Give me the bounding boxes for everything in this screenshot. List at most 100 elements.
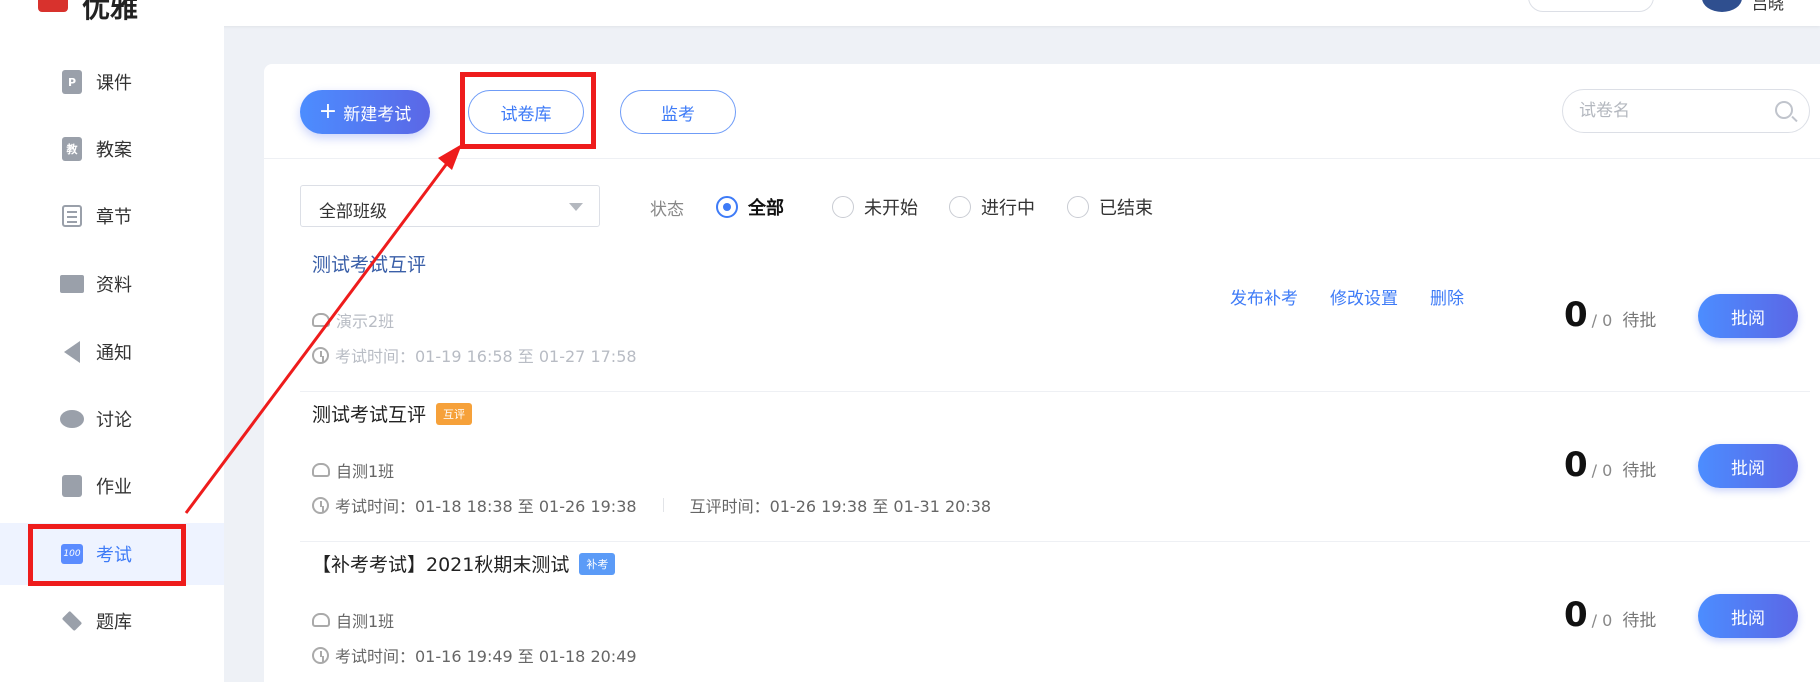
sidebar-item-courseware[interactable]: P 课件: [0, 51, 224, 113]
publish-makeup-link[interactable]: 发布补考: [1230, 284, 1298, 309]
logo-text: 优雅: [82, 0, 139, 24]
class-select[interactable]: 全部班级: [300, 185, 600, 227]
exam-class: 自测1班: [312, 608, 394, 632]
exam-class: 自测1班: [312, 458, 394, 482]
review-button[interactable]: 批阅: [1698, 444, 1798, 488]
new-exam-label: 新建考试: [343, 104, 412, 125]
radio-icon: [832, 196, 854, 218]
search-box: [1562, 89, 1810, 133]
class-select-value: 全部班级: [319, 202, 387, 222]
count-done: 0: [1564, 595, 1588, 635]
sidebar-item-notice[interactable]: 通知: [0, 321, 224, 383]
sidebar-item-chapters[interactable]: 章节: [0, 185, 224, 247]
pending-label: 待批: [1622, 311, 1657, 331]
exam-title-text: 【补考考试】2021秋期末测试: [312, 554, 570, 576]
exam-title-text: 测试考试互评: [312, 404, 427, 426]
sidebar-item-label: 讨论: [96, 410, 132, 431]
doc-p-icon: P: [60, 70, 84, 94]
exam-title[interactable]: 【补考考试】2021秋期末测试 补考: [312, 550, 616, 577]
radio-checked-icon: [716, 196, 738, 218]
exam-class: 演示2班: [312, 308, 394, 332]
edit-icon: [60, 474, 84, 498]
status-option-label: 已结束: [1099, 198, 1153, 219]
proctor-button[interactable]: 监考: [620, 90, 736, 134]
status-option-label: 进行中: [981, 198, 1035, 219]
count-total: / 0: [1591, 611, 1613, 630]
exam-class-text: 自测1班: [336, 612, 395, 631]
sidebar-item-question-bank[interactable]: 题库: [0, 590, 224, 652]
exam-title[interactable]: 测试考试互评: [312, 250, 426, 277]
user-name[interactable]: 吕晓: [1752, 0, 1784, 14]
sidebar-item-homework[interactable]: 作业: [0, 455, 224, 517]
exam-class-text: 自测1班: [336, 462, 395, 481]
pending-label: 待批: [1622, 611, 1657, 631]
status-radio-all[interactable]: 全部: [716, 194, 784, 220]
clock-icon: [312, 646, 329, 664]
review-count: 0 / 0 待批: [1564, 445, 1656, 485]
status-radio-ended[interactable]: 已结束: [1067, 194, 1153, 220]
exam-row: 【补考考试】2021秋期末测试 补考 自测1班 考试时间：01-16 19:49…: [300, 542, 1810, 682]
chevron-down-icon: [569, 203, 583, 211]
pending-label: 待批: [1622, 461, 1657, 481]
exam-title-text: 测试考试互评: [312, 254, 427, 276]
review-button[interactable]: 批阅: [1698, 594, 1798, 638]
radio-icon: [949, 196, 971, 218]
exam-time: 考试时间：01-16 19:49 至 01-18 20:49: [312, 643, 637, 667]
clock-icon: [312, 496, 329, 514]
clock-icon: [312, 346, 329, 364]
plus-icon: +: [318, 99, 338, 124]
exam-actions: 发布补考 修改设置 删除: [1230, 284, 1464, 309]
delete-link[interactable]: 删除: [1430, 284, 1464, 309]
count-total: / 0: [1591, 461, 1613, 480]
status-radio-not-started[interactable]: 未开始: [832, 194, 918, 220]
list-icon: [60, 204, 84, 228]
sidebar-item-label: 章节: [96, 207, 132, 228]
status-label: 状态: [650, 200, 684, 220]
peer-review-badge: 互评: [436, 402, 473, 425]
doc-jiao-icon: 教: [60, 137, 84, 161]
exam-class-text: 演示2班: [336, 312, 395, 331]
meta-separator: [662, 498, 664, 512]
search-icon[interactable]: [1775, 101, 1793, 119]
annotation-box-paper-bank: [460, 72, 596, 149]
sidebar-item-lesson-plan[interactable]: 教 教案: [0, 118, 224, 180]
status-radio-in-progress[interactable]: 进行中: [949, 194, 1035, 220]
count-total: / 0: [1591, 311, 1613, 330]
folder-icon: [60, 272, 84, 296]
sidebar-item-label: 课件: [96, 73, 132, 94]
annotation-box-exam: [28, 524, 186, 586]
exam-title[interactable]: 测试考试互评 互评: [312, 400, 473, 427]
header-divider: [264, 158, 1820, 159]
top-bar: 优雅 吕晓: [0, 0, 1820, 26]
exam-row: 测试考试互评 互评 自测1班 考试时间：01-18 18:38 至 01-26 …: [300, 392, 1810, 542]
people-icon: [312, 463, 330, 477]
status-option-label: 全部: [748, 198, 784, 219]
people-icon: [312, 613, 330, 627]
avatar[interactable]: [1702, 0, 1742, 12]
makeup-badge: 补考: [579, 552, 616, 575]
sidebar-item-label: 通知: [96, 343, 132, 364]
sidebar-item-materials[interactable]: 资料: [0, 253, 224, 315]
sidebar-item-label: 作业: [96, 477, 132, 498]
edit-settings-link[interactable]: 修改设置: [1330, 284, 1398, 309]
exam-row: 测试考试互评 演示2班 考试时间：01-19 16:58 至 01-27 17:…: [300, 242, 1810, 392]
sidebar-item-discussion[interactable]: 讨论: [0, 388, 224, 450]
exam-time-text: 考试时间：01-19 16:58 至 01-27 17:58: [335, 347, 637, 366]
count-done: 0: [1564, 445, 1588, 485]
sidebar-item-label: 资料: [96, 275, 132, 296]
people-icon: [312, 313, 330, 327]
top-pill-button[interactable]: [1528, 0, 1654, 12]
count-done: 0: [1564, 295, 1588, 335]
exam-time-text: 考试时间：01-16 19:49 至 01-18 20:49: [335, 647, 637, 666]
review-count: 0 / 0 待批: [1564, 295, 1656, 335]
exam-time-text: 考试时间：01-18 18:38 至 01-26 19:38: [335, 497, 637, 516]
radio-icon: [1067, 196, 1089, 218]
peer-time-text: 互评时间：01-26 19:38 至 01-31 20:38: [689, 497, 992, 516]
review-button[interactable]: 批阅: [1698, 294, 1798, 338]
new-exam-button[interactable]: + 新建考试: [300, 90, 430, 134]
search-input[interactable]: [1579, 100, 1759, 122]
stack-icon: [60, 609, 84, 633]
exam-time: 考试时间：01-19 16:58 至 01-27 17:58: [312, 343, 637, 367]
sidebar-item-label: 教案: [96, 140, 132, 161]
exam-time: 考试时间：01-18 18:38 至 01-26 19:38 互评时间：01-2…: [312, 493, 991, 517]
